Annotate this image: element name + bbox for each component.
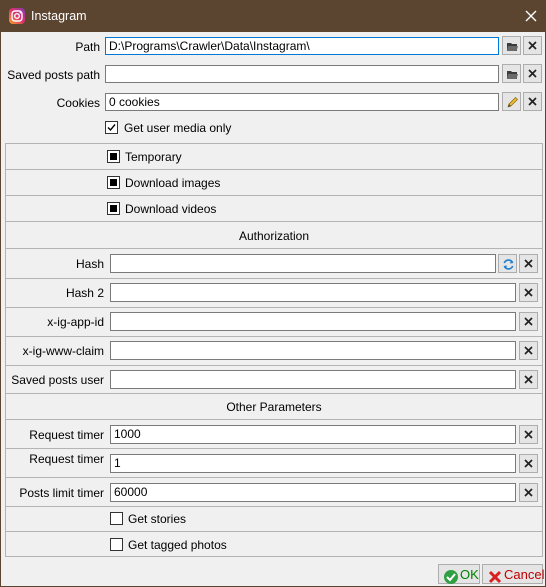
saved-posts-user-clear-button[interactable]: [519, 370, 538, 389]
divider: [5, 221, 543, 222]
hash2-label: Hash 2: [65, 286, 104, 300]
download-images-label: Download images: [125, 176, 221, 190]
hash-clear-button[interactable]: [519, 254, 538, 273]
posts-limit-timer-input[interactable]: 60000: [110, 483, 516, 502]
request-timer-2-input[interactable]: 1: [110, 454, 516, 473]
divider: [5, 307, 543, 308]
cookies-edit-button[interactable]: [502, 92, 521, 111]
x-ig-www-claim-clear-button[interactable]: [519, 341, 538, 360]
temporary-label: Temporary: [125, 150, 182, 164]
divider: [5, 248, 543, 249]
saved-posts-user-input[interactable]: [110, 370, 516, 389]
divider: [5, 195, 543, 196]
divider: [5, 448, 543, 449]
divider: [5, 419, 543, 420]
saved-posts-user-label: Saved posts user: [11, 373, 104, 387]
hash-input[interactable]: [110, 254, 496, 273]
cookies-input[interactable]: 0 cookies: [105, 93, 499, 111]
hash-refresh-button[interactable]: [498, 254, 517, 273]
request-timer-2-clear-button[interactable]: [519, 454, 538, 473]
path-clear-button[interactable]: [523, 36, 542, 55]
title-bar: Instagram: [1, 1, 545, 32]
window-title: Instagram: [31, 9, 87, 23]
close-icon[interactable]: [522, 7, 540, 25]
download-images-checkbox[interactable]: [107, 176, 120, 189]
instagram-icon: [9, 8, 25, 24]
posts-limit-timer-clear-button[interactable]: [519, 483, 538, 502]
divider: [5, 278, 543, 279]
saved-posts-path-input[interactable]: [105, 65, 499, 83]
temporary-checkbox[interactable]: [107, 150, 120, 163]
divider: [5, 393, 543, 394]
x-ig-www-claim-input[interactable]: [110, 341, 516, 360]
get-tagged-photos-label: Get tagged photos: [128, 538, 227, 552]
path-browse-button[interactable]: [502, 36, 521, 55]
saved-posts-browse-button[interactable]: [502, 64, 521, 83]
get-stories-checkbox[interactable]: [110, 512, 123, 525]
saved-posts-path-label: Saved posts path: [7, 68, 100, 82]
saved-posts-clear-button[interactable]: [523, 64, 542, 83]
x-ig-app-id-label: x-ig-app-id: [47, 315, 104, 329]
x-ig-www-claim-label: x-ig-www-claim: [22, 344, 104, 358]
authorization-header: Authorization: [238, 229, 310, 243]
divider: [5, 477, 543, 478]
hash2-clear-button[interactable]: [519, 283, 538, 302]
download-videos-label: Download videos: [125, 202, 217, 216]
get-user-media-only-checkbox[interactable]: [105, 121, 118, 134]
ok-label: OK: [460, 567, 479, 582]
hash2-input[interactable]: [110, 283, 516, 302]
path-input[interactable]: D:\Programs\Crawler\Data\Instagram\: [105, 37, 499, 55]
request-timer-input[interactable]: 1000: [110, 425, 516, 444]
request-timer-2-label: Request timer: [29, 452, 104, 466]
posts-limit-timer-label: Posts limit timer: [19, 486, 104, 500]
other-parameters-header: Other Parameters: [226, 400, 322, 414]
x-ig-app-id-input[interactable]: [110, 312, 516, 331]
divider: [5, 365, 543, 366]
dialog-window: Instagram Path D:\Programs\Crawler\Data\…: [0, 0, 546, 587]
download-videos-checkbox[interactable]: [107, 202, 120, 215]
cancel-label: Cancel: [504, 567, 545, 582]
get-stories-label: Get stories: [128, 512, 187, 526]
path-label: Path: [75, 40, 100, 54]
hash-label: Hash: [75, 257, 104, 271]
x-ig-app-id-clear-button[interactable]: [519, 312, 538, 331]
get-user-media-only-label: Get user media only: [124, 121, 232, 135]
divider: [5, 506, 543, 507]
get-tagged-photos-checkbox[interactable]: [110, 538, 123, 551]
divider: [5, 531, 543, 532]
request-timer-clear-button[interactable]: [519, 425, 538, 444]
ok-button[interactable]: OK: [438, 564, 480, 584]
cookies-clear-button[interactable]: [523, 92, 542, 111]
cookies-label: Cookies: [56, 96, 100, 110]
divider: [5, 336, 543, 337]
divider: [5, 169, 543, 170]
request-timer-label: Request timer: [29, 428, 104, 442]
cancel-button[interactable]: Cancel: [482, 564, 545, 584]
